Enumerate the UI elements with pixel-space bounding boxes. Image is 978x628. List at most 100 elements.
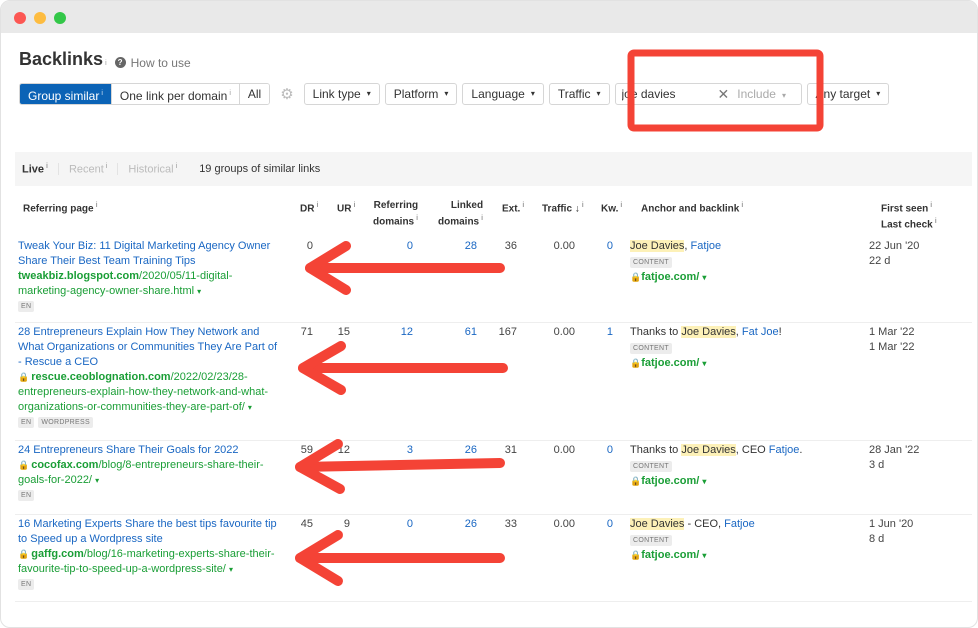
- linked-domains-link[interactable]: 61: [447, 325, 477, 340]
- page-url-link[interactable]: 🔒 gaffg.com/blog/16-marketing-experts-sha…: [18, 547, 283, 577]
- col-kw[interactable]: Kw. i: [601, 199, 622, 215]
- col-ur[interactable]: UR i: [337, 199, 355, 215]
- page-title-link[interactable]: Tweak Your Biz: 11 Digital Marketing Age…: [18, 239, 283, 269]
- col-first-seen-last-check[interactable]: First seen i Last check i: [881, 199, 937, 232]
- page-heading: Backlinks i ? How to use: [19, 49, 191, 70]
- include-mode-dropdown[interactable]: Include ▾: [737, 87, 786, 101]
- backlink-target-link[interactable]: 🔒fatjoe.com/ ▾: [630, 356, 860, 371]
- chevron-down-icon[interactable]: ▾: [702, 359, 706, 368]
- tag-badge: EN: [18, 417, 35, 428]
- ext-value: 36: [504, 240, 517, 252]
- all-links-button[interactable]: All: [239, 84, 270, 104]
- chevron-down-icon[interactable]: ▾: [197, 287, 201, 296]
- chevron-down-icon: ▾: [530, 89, 535, 98]
- minimize-window-button[interactable]: [34, 12, 46, 24]
- page-title-link[interactable]: 28 Entrepreneurs Explain How They Networ…: [18, 325, 283, 370]
- table-row: 24 Entrepreneurs Share Their Goals for 2…: [15, 441, 972, 515]
- chevron-down-icon[interactable]: ▾: [702, 273, 706, 282]
- lock-icon: 🔒: [630, 272, 642, 282]
- linked-domains-link[interactable]: 26: [447, 517, 477, 532]
- anchor-backlink-cell: Joe Davies - CEO, Fatjoe CONTENT 🔒fatjoe…: [630, 517, 860, 563]
- traffic-dropdown[interactable]: Traffic ▾: [548, 83, 610, 105]
- chevron-down-icon[interactable]: ▾: [95, 476, 99, 485]
- chevron-down-icon[interactable]: ▾: [229, 565, 233, 574]
- col-ext[interactable]: Ext. i: [502, 199, 524, 215]
- anchor-text: Thanks to Joe Davies, CEO Fatjoe.: [630, 444, 803, 456]
- keywords-link[interactable]: 1: [597, 325, 613, 340]
- anchor-link[interactable]: Fatjoe: [724, 518, 755, 530]
- keywords-link[interactable]: 0: [597, 443, 613, 458]
- traffic-value: 0.00: [553, 326, 575, 338]
- col-referring-page[interactable]: Referring page i: [23, 199, 98, 215]
- ur-value: 12: [337, 444, 350, 456]
- tab-historical[interactable]: Historical i: [128, 163, 187, 176]
- page-url-link[interactable]: tweakbiz.blogspot.com/2020/05/11-digital…: [18, 269, 283, 299]
- col-referring-domains[interactable]: Referring domains i: [373, 199, 418, 228]
- one-link-per-domain-button[interactable]: One link per domain i: [111, 84, 240, 104]
- referring-page-cell: 28 Entrepreneurs Explain How They Networ…: [18, 325, 283, 428]
- chevron-down-icon[interactable]: ▾: [702, 477, 706, 486]
- gear-icon[interactable]: ⚙: [280, 85, 293, 103]
- search-input[interactable]: [615, 87, 716, 101]
- tab-live[interactable]: Live i: [22, 162, 59, 176]
- language-dropdown[interactable]: Language ▾: [462, 83, 544, 105]
- how-to-use-link[interactable]: ? How to use: [114, 56, 191, 70]
- dates-cell: 22 Jun '20 22 d: [869, 239, 919, 269]
- last-check-date: 1 Mar '22: [869, 341, 915, 353]
- keywords-link[interactable]: 0: [597, 517, 613, 532]
- referring-domains-link[interactable]: 3: [385, 443, 413, 458]
- referring-domains-link[interactable]: 12: [385, 325, 413, 340]
- page-url-link[interactable]: 🔒 cocofax.com/blog/8-entrepreneurs-share-…: [18, 458, 283, 488]
- tabs-bar: Live i Recent i Historical i 19 groups of s…: [15, 152, 972, 186]
- tab-recent[interactable]: Recent i: [69, 162, 119, 176]
- anchor-link[interactable]: Fatjoe: [691, 240, 722, 252]
- info-icon[interactable]: i: [105, 60, 107, 67]
- backlink-target-link[interactable]: 🔒fatjoe.com/ ▾: [630, 474, 860, 489]
- close-window-button[interactable]: [14, 12, 26, 24]
- linked-domains-link[interactable]: 28: [447, 239, 477, 254]
- tag-badge: EN: [18, 579, 35, 590]
- linked-domains-link[interactable]: 26: [447, 443, 477, 458]
- anchor-text: Joe Davies - CEO, Fatjoe: [630, 518, 755, 530]
- last-check-date: 22 d: [869, 255, 891, 267]
- any-target-dropdown[interactable]: Any target ▾: [806, 83, 890, 105]
- lock-icon: 🔒: [18, 372, 30, 382]
- anchor-link[interactable]: Fatjoe: [769, 444, 800, 456]
- lock-icon: 🔒: [18, 549, 30, 559]
- ext-value: 33: [504, 518, 517, 530]
- anchor-link[interactable]: Fat Joe: [742, 326, 779, 338]
- highlighted-match: Joe Davies: [681, 326, 736, 338]
- chevron-down-icon: ▾: [444, 89, 449, 98]
- table-row: Tweak Your Biz: 11 Digital Marketing Age…: [15, 237, 972, 323]
- chevron-down-icon[interactable]: ▾: [248, 403, 252, 412]
- page-url-link[interactable]: 🔒 rescue.ceoblognation.com/2022/02/23/28-…: [18, 370, 283, 415]
- page-title-link[interactable]: 16 Marketing Experts Share the best tips…: [18, 517, 283, 547]
- col-linked-domains[interactable]: Linked domains i: [438, 199, 483, 228]
- col-traffic[interactable]: Traffic ↓ i: [542, 199, 584, 215]
- page-title-link[interactable]: 24 Entrepreneurs Share Their Goals for 2…: [18, 443, 283, 458]
- group-similar-button[interactable]: Group similar i: [20, 84, 112, 104]
- dr-value: 0: [306, 240, 313, 252]
- ext-value: 167: [498, 326, 517, 338]
- chevron-down-icon: ▾: [596, 89, 601, 98]
- backlink-target-link[interactable]: 🔒fatjoe.com/ ▾: [630, 270, 860, 285]
- zoom-window-button[interactable]: [54, 12, 66, 24]
- backlink-target-link[interactable]: 🔒fatjoe.com/ ▾: [630, 548, 860, 563]
- referring-domains-link[interactable]: 0: [385, 239, 413, 254]
- link-type-dropdown[interactable]: Link type ▾: [303, 83, 380, 105]
- highlighted-match: Joe Davies: [630, 240, 685, 252]
- col-anchor-backlink[interactable]: Anchor and backlink i: [641, 199, 743, 215]
- chevron-down-icon: ▾: [366, 89, 371, 98]
- referring-domains-link[interactable]: 0: [385, 517, 413, 532]
- first-seen-date: 28 Jan '22: [869, 444, 920, 456]
- lock-icon: 🔒: [630, 550, 642, 560]
- tag-badge: EN: [18, 490, 35, 501]
- col-dr[interactable]: DR i: [300, 199, 318, 215]
- keywords-link[interactable]: 0: [597, 239, 613, 254]
- clear-search-icon[interactable]: ✕: [718, 86, 730, 103]
- dates-cell: 1 Jun '20 8 d: [869, 517, 913, 547]
- lock-icon: 🔒: [630, 358, 642, 368]
- platform-dropdown[interactable]: Platform ▾: [384, 83, 458, 105]
- chevron-down-icon[interactable]: ▾: [702, 551, 706, 560]
- link-type-badge: CONTENT: [630, 461, 672, 472]
